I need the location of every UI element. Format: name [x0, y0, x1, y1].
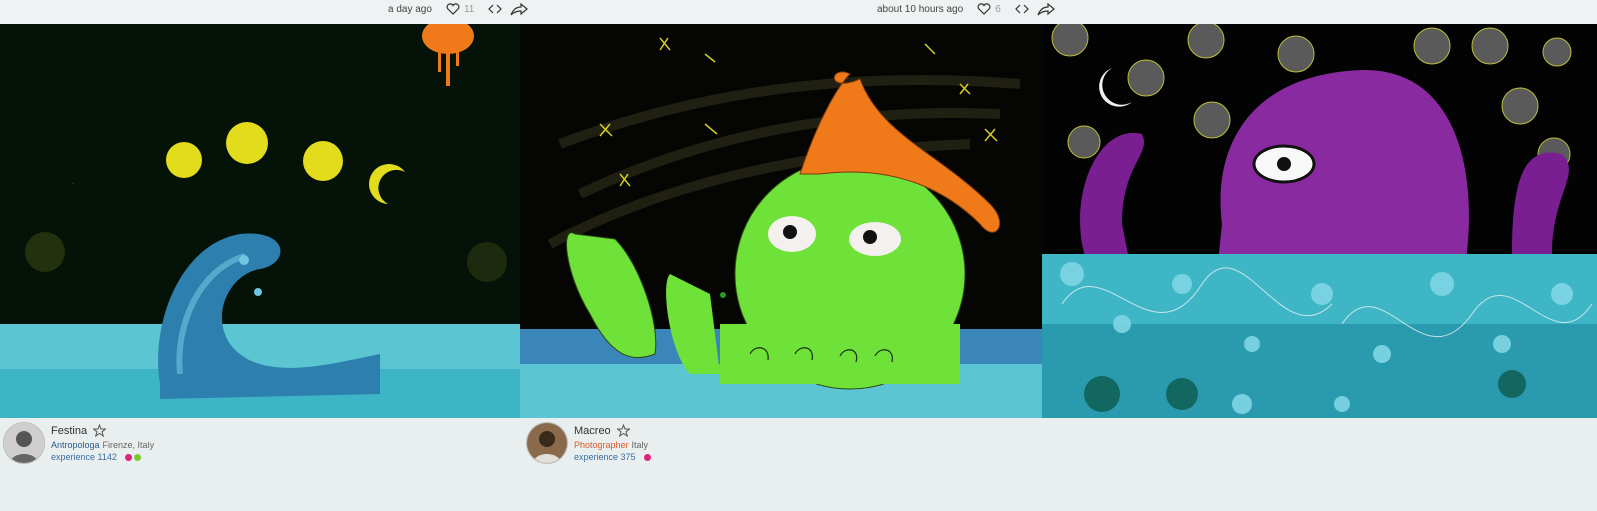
artwork-moon-wave[interactable]	[0, 24, 520, 418]
author-location: Italy	[631, 440, 649, 450]
star-icon[interactable]	[616, 424, 630, 437]
author-card-2: Macreo Photographer Italy experience 375	[526, 422, 826, 466]
author-name[interactable]: Festina	[51, 425, 87, 437]
share-icon[interactable]	[1037, 2, 1055, 16]
artwork-green-creature[interactable]	[520, 24, 1042, 418]
code-icon[interactable]	[488, 3, 503, 15]
avatar[interactable]	[3, 422, 45, 464]
heart-icon[interactable]	[977, 3, 991, 15]
star-icon[interactable]	[93, 424, 107, 437]
post-meta-2: about 10 hours ago 6	[877, 0, 1055, 18]
post-meta-1: a day ago 11	[388, 0, 529, 18]
author-location: Firenze, Italy	[102, 440, 155, 450]
author-name[interactable]: Macreo	[574, 425, 611, 437]
heart-icon[interactable]	[446, 3, 460, 15]
author-role: Photographer	[574, 440, 629, 450]
badge-dot	[124, 453, 132, 461]
feed-top-bar	[0, 0, 1597, 24]
author-role: Antropologa	[51, 440, 100, 450]
code-icon[interactable]	[1014, 3, 1029, 15]
post-time: about 10 hours ago	[877, 3, 964, 15]
badge-dot	[643, 453, 651, 461]
avatar[interactable]	[526, 422, 568, 464]
author-card-1: Festina Antropologa Firenze, Italy experi…	[3, 422, 303, 466]
like-count: 6	[995, 3, 1001, 15]
author-experience: experience 1142	[51, 452, 117, 462]
like-count: 11	[463, 3, 475, 15]
author-experience: experience 375	[574, 452, 636, 462]
share-icon[interactable]	[510, 2, 529, 16]
artwork-purple-octopus[interactable]	[1042, 24, 1597, 418]
badge-dot	[133, 453, 141, 461]
post-time: a day ago	[388, 3, 432, 15]
